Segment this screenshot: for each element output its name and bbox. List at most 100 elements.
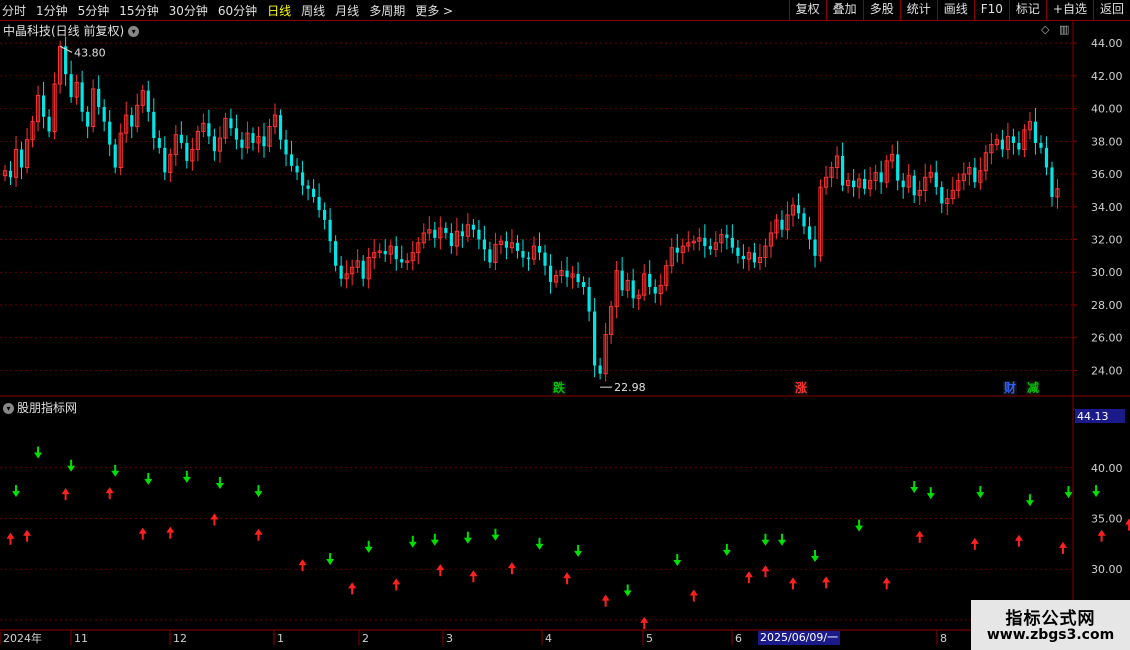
down-arrow: [673, 554, 682, 567]
tab-daily[interactable]: 日线: [267, 2, 291, 19]
y-tick-label: 40.00: [1091, 103, 1123, 116]
cursor-date: 2025/06/09/一: [758, 631, 841, 645]
candle-body: [295, 165, 299, 173]
adjust-button[interactable]: 复权: [788, 0, 826, 20]
arrow-head: [574, 550, 583, 557]
stats-button[interactable]: 统计: [899, 0, 937, 20]
candle-body: [361, 260, 365, 279]
kline-chart[interactable]: 44.00 42.00 40.00 38.00 36.00 34.00 32.00 30.00…: [0, 21, 1130, 650]
arrow-head: [976, 492, 985, 499]
y-tick-label: 42.00: [1091, 70, 1123, 83]
candle-body: [796, 205, 801, 214]
arrow-head: [1059, 541, 1067, 548]
back-button[interactable]: 返回: [1092, 0, 1130, 20]
up-arrow: [23, 529, 32, 542]
candle-body: [940, 187, 944, 204]
arrow-head: [326, 559, 335, 566]
add-watchlist-button[interactable]: +自选: [1045, 0, 1093, 20]
arrow-head: [822, 576, 831, 583]
tab-30min[interactable]: 30分钟: [169, 2, 208, 19]
arrow-head: [392, 578, 401, 585]
candle-body: [488, 249, 492, 263]
tab-monthly[interactable]: 月线: [335, 2, 359, 19]
f10-button[interactable]: F10: [973, 0, 1009, 20]
candle-body: [813, 239, 817, 256]
arrow-head: [105, 487, 114, 494]
x-tick-label: 6: [735, 632, 742, 645]
multi-stock-button[interactable]: 多股: [862, 0, 900, 20]
tab-multi-period[interactable]: 多周期: [369, 2, 405, 19]
draw-line-button[interactable]: 画线: [936, 0, 974, 20]
down-arrow: [1025, 494, 1034, 507]
candle-body: [97, 88, 101, 107]
candle-body: [780, 219, 784, 230]
tab-more[interactable]: 更多 >: [415, 2, 453, 19]
indicator-name: 股朋指标网: [17, 401, 78, 415]
tab-15min[interactable]: 15分钟: [119, 2, 158, 19]
arrow-head: [182, 476, 191, 483]
down-arrow: [1092, 485, 1101, 498]
candle-body: [565, 270, 569, 278]
tab-60min[interactable]: 60分钟: [218, 2, 257, 19]
arrow-head: [535, 543, 544, 550]
up-arrow: [601, 594, 610, 607]
candle-body: [807, 226, 812, 240]
arrow-head: [788, 577, 797, 584]
candle-body: [576, 273, 580, 283]
candle-body: [477, 229, 481, 240]
watermark-url: www.zbgs3.com: [986, 627, 1115, 643]
candle-body: [163, 147, 167, 173]
down-arrow: [12, 485, 21, 498]
candle-body: [526, 257, 531, 260]
y-tick-label: 38.00: [1091, 135, 1123, 148]
candle-body: [631, 280, 635, 299]
up-arrow: [61, 488, 70, 501]
candle-body: [537, 246, 542, 253]
candle-body: [179, 134, 183, 143]
high-label: 43.80: [74, 46, 106, 59]
x-tick-label: 11: [74, 632, 88, 645]
down-arrow: [34, 446, 43, 459]
chevron-down-icon[interactable]: ▾: [3, 403, 14, 414]
tab-timeshare[interactable]: 分时: [2, 2, 26, 19]
candle-body: [581, 282, 586, 287]
down-arrow: [326, 553, 335, 566]
candle-body: [598, 365, 602, 374]
split-panel-icon[interactable]: ▥: [1059, 23, 1069, 36]
candle-body: [229, 118, 233, 129]
arrow-head: [722, 549, 731, 556]
down-arrow: [926, 487, 935, 500]
chevron-down-icon[interactable]: ▾: [128, 26, 140, 37]
candle-body: [47, 116, 51, 132]
marker-drop[interactable]: 跌: [552, 381, 567, 395]
watermark: 指标公式网 www.zbgs3.com: [971, 600, 1130, 650]
candle-body: [262, 136, 266, 147]
marker-finance[interactable]: 财: [1003, 381, 1018, 395]
diamond-icon[interactable]: ◇: [1041, 23, 1049, 36]
arrow-head: [926, 493, 935, 500]
marker-rise[interactable]: 涨: [794, 381, 809, 395]
candle-body: [460, 231, 464, 237]
tab-5min[interactable]: 5分钟: [78, 2, 110, 19]
up-arrow: [640, 616, 649, 629]
overlay-button[interactable]: 叠加: [825, 0, 863, 20]
arrow-head: [436, 564, 445, 571]
arrow-head: [348, 582, 357, 589]
candle-body: [471, 224, 475, 230]
marker-reduce[interactable]: 减: [1026, 381, 1041, 395]
down-arrow: [430, 533, 439, 546]
candle-body: [482, 239, 487, 250]
y-tick-label: 36.00: [1091, 168, 1123, 181]
chart-title: 中晶科技(日线 前复权) ▾: [3, 22, 140, 39]
candle-body: [708, 246, 712, 250]
arrow-head: [744, 571, 753, 578]
x-tick-label: 2024年: [3, 631, 42, 645]
candle-body: [741, 255, 745, 260]
tab-weekly[interactable]: 周线: [301, 2, 325, 19]
mark-button[interactable]: 标记: [1008, 0, 1046, 20]
arrow-head: [811, 555, 820, 562]
indicator-y-tick-label: 40.00: [1091, 462, 1123, 475]
tab-1min[interactable]: 1分钟: [36, 2, 68, 19]
down-arrow: [761, 533, 770, 546]
up-arrow: [689, 589, 698, 602]
